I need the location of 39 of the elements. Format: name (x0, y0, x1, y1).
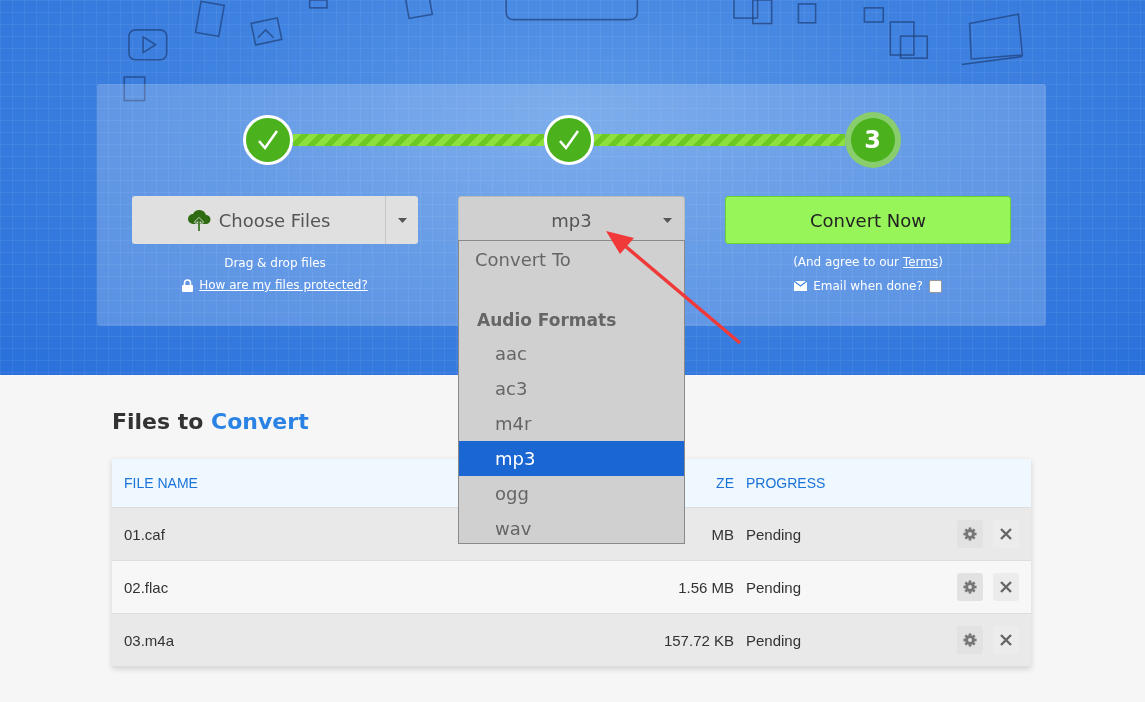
menu-group-label: Audio Formats (476, 309, 618, 332)
settings-button[interactable] (956, 626, 983, 654)
email-label: Email when done? (813, 279, 923, 293)
file-size-cell: 157.72 KB (472, 613, 734, 667)
format-option[interactable]: m4r (459, 406, 684, 441)
format-option[interactable]: aac (459, 336, 684, 371)
close-icon (1000, 528, 1012, 540)
caret-icon (663, 218, 672, 223)
protection-link[interactable]: How are my files protected? (199, 278, 368, 292)
file-name-cell: 03.m4a (112, 613, 472, 667)
progress-cell: Pending (734, 613, 891, 667)
remove-button[interactable] (993, 573, 1019, 601)
envelope-icon (794, 281, 808, 291)
terms-notice: (And agree to our Terms) (793, 255, 943, 269)
progress-cell: Pending (734, 560, 891, 614)
section-heading: Files to Convert (112, 409, 309, 434)
drop-hint: Drag & drop files (224, 256, 326, 270)
current-step: 3 (844, 112, 901, 168)
file-size-cell: 1.56 MB (472, 560, 734, 614)
settings-icon (962, 579, 977, 595)
settings-button[interactable] (956, 520, 983, 548)
close-icon (1000, 634, 1012, 646)
lock-icon (182, 278, 194, 292)
settings-icon (962, 526, 977, 542)
progress-cell: Pending (734, 507, 891, 561)
convert-now-button[interactable]: Convert Now (725, 196, 1011, 244)
format-option[interactable]: ac3 (459, 371, 684, 406)
email-checkbox[interactable] (928, 279, 942, 293)
menu-header: Convert To (474, 248, 572, 272)
close-icon (1000, 581, 1012, 593)
terms-link[interactable]: Terms (902, 255, 939, 269)
cloud-upload-icon (186, 209, 211, 231)
file-name-cell: 01.caf (112, 507, 472, 561)
file-name-cell: 02.flac (112, 560, 472, 614)
settings-button[interactable] (956, 573, 983, 601)
caret-icon (397, 217, 407, 223)
format-option[interactable]: mp3 (459, 441, 684, 476)
settings-icon (962, 632, 977, 648)
column-header: PROGRESS (734, 459, 891, 508)
